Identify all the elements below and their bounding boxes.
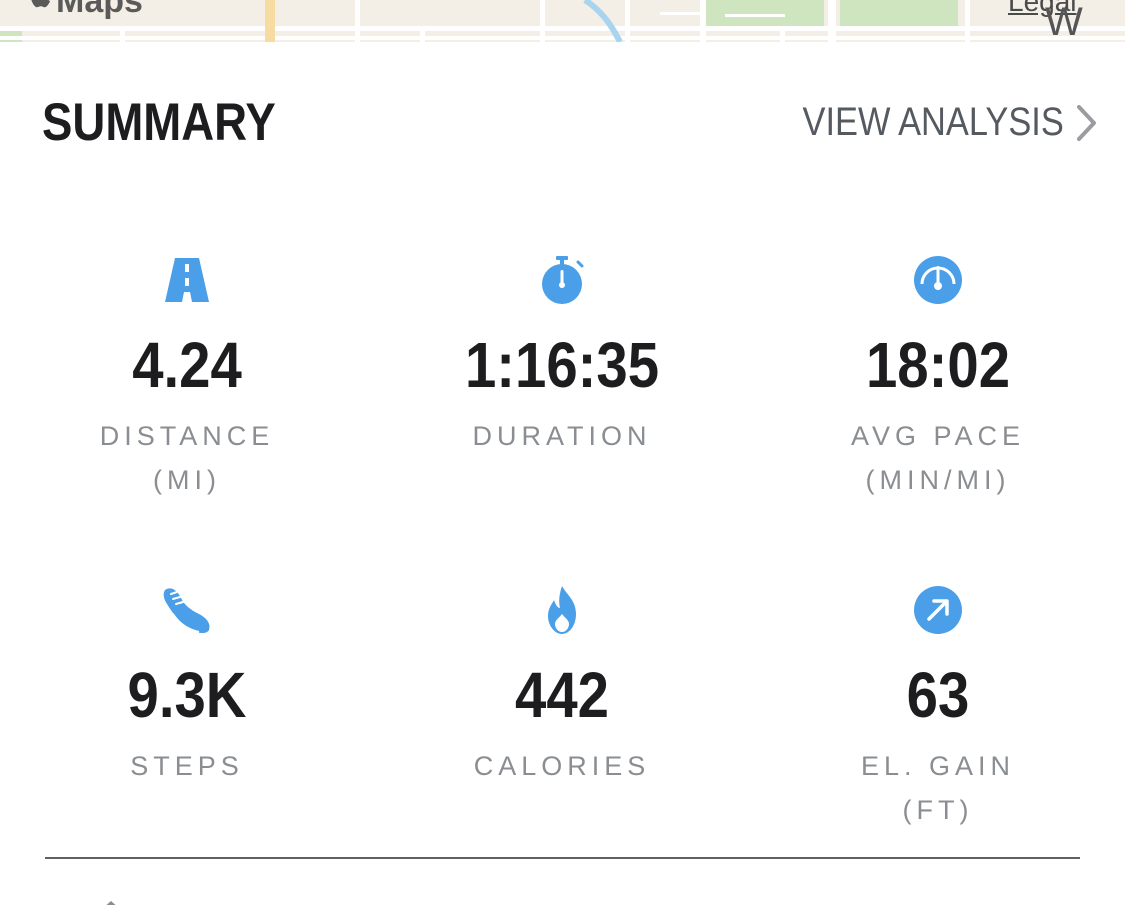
stat-distance: 4.24 DISTANCE (MI) xyxy=(37,254,337,502)
calories-value: 442 xyxy=(515,659,609,731)
shoe-icon xyxy=(161,584,213,636)
stat-duration: 1:16:35 DURATION xyxy=(412,254,712,458)
apple-logo-icon xyxy=(30,0,54,16)
map-roads xyxy=(0,0,1125,42)
steps-label: STEPS xyxy=(130,751,244,781)
speedometer-icon xyxy=(912,254,964,306)
stat-steps: 9.3K STEPS xyxy=(37,584,337,788)
road-icon xyxy=(161,254,213,306)
steps-value: 9.3K xyxy=(127,659,247,731)
avg-pace-label: AVG PACE xyxy=(850,421,1026,451)
avg-pace-unit: (MIN/MI) xyxy=(865,465,1011,495)
summary-title: SUMMARY xyxy=(42,93,276,152)
flame-icon xyxy=(536,584,588,636)
elevation-gain-label: EL. GAIN xyxy=(860,751,1016,781)
calories-label: CALORIES xyxy=(473,751,651,781)
avg-pace-value: 18:02 xyxy=(865,329,1011,401)
section-divider xyxy=(45,857,1080,859)
elevation-arrow-icon xyxy=(912,584,964,636)
view-analysis-button[interactable]: VIEW ANALYSIS xyxy=(760,100,1098,145)
maps-label: Maps xyxy=(56,0,143,20)
stat-avg-pace: 18:02 AVG PACE (MIN/MI) xyxy=(788,254,1088,502)
map-preview[interactable]: Maps Legal W P xyxy=(0,0,1125,42)
street-label: W P xyxy=(1045,0,1087,42)
distance-label: DISTANCE xyxy=(99,421,275,451)
duration-value: 1:16:35 xyxy=(464,329,660,401)
view-analysis-label: VIEW ANALYSIS xyxy=(802,100,1064,144)
elevation-gain-unit: (FT) xyxy=(902,795,974,825)
stat-elevation-gain: 63 EL. GAIN (FT) xyxy=(788,584,1088,832)
partial-icon xyxy=(100,896,122,905)
distance-value: 4.24 xyxy=(132,329,242,401)
duration-label: DURATION xyxy=(472,421,652,451)
summary-header: SUMMARY VIEW ANALYSIS xyxy=(42,92,1098,156)
distance-unit: (MI) xyxy=(153,465,221,495)
elevation-gain-value: 63 xyxy=(906,659,970,731)
stat-calories: 442 CALORIES xyxy=(412,584,712,788)
stopwatch-icon xyxy=(536,254,588,306)
chevron-right-icon xyxy=(1076,104,1098,142)
maps-attribution: Maps xyxy=(30,0,143,21)
